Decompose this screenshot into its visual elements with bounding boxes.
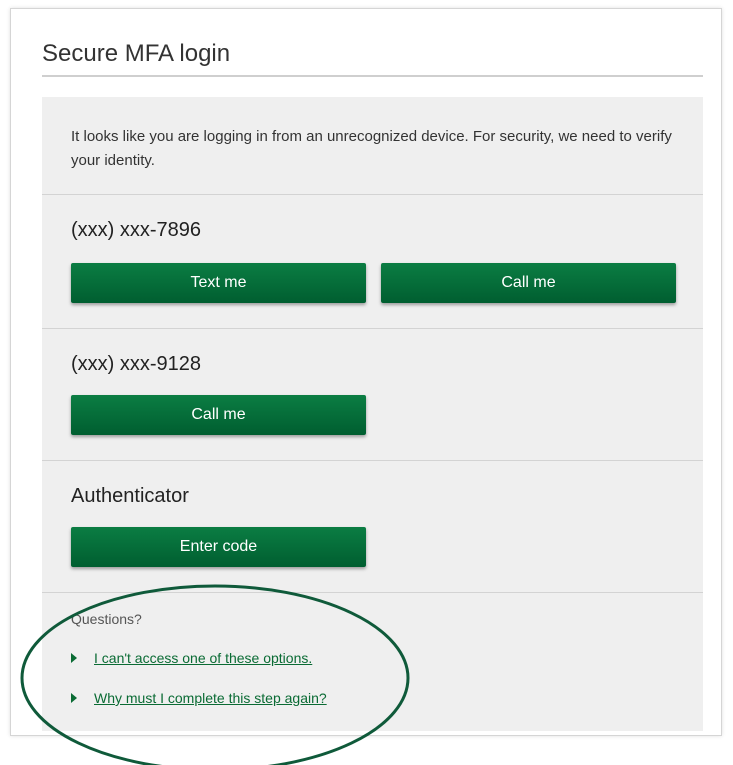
text-me-button[interactable]: Text me	[71, 263, 366, 303]
phone-option-label-2: (xxx) xxx-9128	[71, 353, 202, 375]
enter-code-button[interactable]: Enter code	[71, 527, 366, 567]
section-divider	[42, 592, 703, 593]
mfa-card: Secure MFA login It looks like you are l…	[10, 8, 722, 736]
section-divider	[42, 328, 703, 329]
phone-option-label-1: (xxx) xxx-7896	[71, 219, 202, 241]
triangle-right-icon	[71, 653, 77, 663]
page-title: Secure MFA login	[42, 40, 231, 67]
section-divider	[42, 460, 703, 461]
cant-access-options-link[interactable]: I can't access one of these options.	[94, 650, 312, 666]
call-me-button-1[interactable]: Call me	[381, 263, 676, 303]
mfa-options-panel: It looks like you are logging in from an…	[42, 97, 703, 731]
help-item-why: Why must I complete this step again?	[71, 690, 327, 706]
authenticator-option-label: Authenticator	[71, 485, 189, 507]
section-divider	[42, 194, 703, 195]
triangle-right-icon	[71, 693, 77, 703]
page: Secure MFA login It looks like you are l…	[0, 0, 733, 765]
title-divider	[42, 75, 703, 77]
intro-message: It looks like you are logging in from an…	[71, 128, 672, 169]
questions-label: Questions?	[71, 611, 142, 627]
call-me-button-2[interactable]: Call me	[71, 395, 366, 435]
why-complete-step-link[interactable]: Why must I complete this step again?	[94, 690, 327, 706]
help-item-access: I can't access one of these options.	[71, 650, 312, 666]
